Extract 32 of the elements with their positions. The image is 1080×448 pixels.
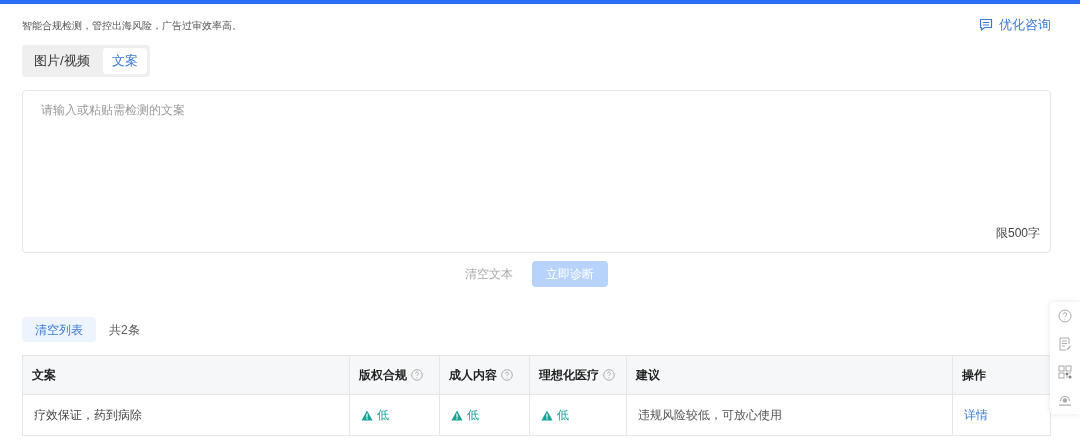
table-cell: 违规风险较低，可放心使用	[625, 395, 953, 435]
item-count: 共2条	[109, 321, 140, 339]
column-header: 成人内容	[439, 356, 529, 394]
column-header: 理想化医疗	[529, 356, 626, 394]
column-header: 版权合规	[349, 356, 440, 394]
edit-note-icon[interactable]	[1058, 337, 1072, 351]
details-link[interactable]: 详情	[964, 406, 989, 424]
tab[interactable]: 文案	[102, 48, 147, 74]
clear-list-button[interactable]: 清空列表	[22, 317, 96, 342]
risk-cell: 低	[349, 395, 440, 435]
warning-icon	[451, 409, 464, 421]
column-header: 文案	[31, 367, 57, 384]
text-area-field[interactable]: 请输入或粘贴需检测的文案 限500字	[22, 90, 1051, 253]
tab[interactable]: 图片/视频	[25, 48, 99, 74]
qr-code-icon[interactable]	[1058, 365, 1072, 379]
help-icon[interactable]	[501, 369, 514, 381]
chat-icon	[979, 18, 993, 32]
help-icon[interactable]	[411, 369, 424, 381]
risk-cell: 低	[529, 395, 626, 435]
warning-icon	[361, 409, 374, 421]
clear-text-button[interactable]: 清空文本	[465, 261, 513, 287]
text-placeholder: 请输入或粘贴需检测的文案	[41, 102, 186, 119]
help-icon[interactable]	[1058, 309, 1072, 323]
customer-service-icon[interactable]	[1058, 393, 1072, 407]
column-header: 建议	[625, 356, 953, 394]
warning-icon	[541, 409, 553, 421]
help-icon[interactable]	[603, 369, 615, 381]
character-limit: 限500字	[995, 225, 1040, 242]
description-text: 智能合规检测，管控出海风险，广告过审效率高。	[22, 18, 242, 33]
risk-cell: 低	[439, 395, 529, 435]
table-cell-text: 疗效保证，药到病除	[33, 407, 143, 424]
consult-link[interactable]: 优化咨询	[979, 15, 1051, 35]
